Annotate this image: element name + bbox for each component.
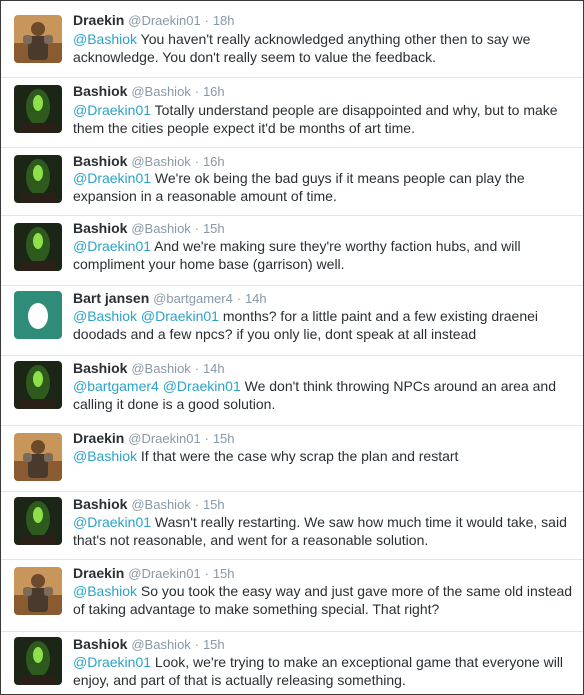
bashiok-avatar[interactable] [14,361,62,409]
mention-link[interactable]: @Draekin01 [73,654,151,670]
mention-link[interactable]: @Draekin01 [163,378,241,394]
display-name[interactable]: Draekin [73,565,124,581]
display-name[interactable]: Bashiok [73,83,127,99]
timestamp[interactable]: 15h [203,637,225,652]
display-name[interactable]: Draekin [73,430,124,446]
timestamp[interactable]: 16h [203,154,225,169]
timestamp[interactable]: 15h [203,497,225,512]
tweet-message: If that were the case why scrap the plan… [140,448,459,464]
user-handle[interactable]: @Bashiok [131,361,190,376]
separator: · [194,221,200,236]
tweet-text: @Bashiok So you took the easy way and ju… [73,582,573,618]
user-handle[interactable]: @Draekin01 [128,13,200,28]
tweet-text: @Draekin01 And we're making sure they're… [73,237,573,273]
timestamp[interactable]: 15h [213,566,235,581]
mention-link[interactable]: @bartgamer4 [73,378,159,394]
separator: · [194,637,200,652]
tweet-text: @Draekin01 Look, we're trying to make an… [73,653,573,689]
tweet: Draekin @Draekin01 · 18h @Bashiok You ha… [1,1,583,78]
tweet: Bashiok @Bashiok · 15h @Draekin01 Wasn't… [1,491,583,560]
tweet-text: @Bashiok @Draekin01 months? for a little… [73,307,573,343]
bashiok-avatar[interactable] [14,223,62,271]
mention-link[interactable]: @Draekin01 [141,308,219,324]
display-name[interactable]: Bashiok [73,496,127,512]
user-handle[interactable]: @bartgamer4 [153,291,233,306]
mention-link[interactable]: @Bashiok [73,583,137,599]
display-name[interactable]: Bashiok [73,153,127,169]
separator: · [236,291,242,306]
display-name[interactable]: Draekin [73,12,124,28]
user-handle[interactable]: @Draekin01 [128,431,200,446]
tweet-text: @Draekin01 Wasn't really restarting. We … [73,513,573,549]
tweet-message: You haven't really acknowledged anything… [73,31,531,65]
tweet-text: @Draekin01 We're ok being the bad guys i… [73,169,573,205]
tweet: Bashiok @Bashiok · 16h @Draekin01 Totall… [1,77,583,148]
mention-link[interactable]: @Draekin01 [73,238,151,254]
timestamp[interactable]: 15h [203,221,225,236]
mention-link[interactable]: @Draekin01 [73,102,151,118]
tweet: Bashiok @Bashiok · 16h @Draekin01 We're … [1,147,583,216]
separator: · [194,361,200,376]
tweet: Bart jansen @bartgamer4 · 14h @Bashiok @… [1,285,583,356]
tweet-text: @Bashiok If that were the case why scrap… [73,447,573,465]
mention-link[interactable]: @Draekin01 [73,170,151,186]
separator: · [194,154,200,169]
timestamp[interactable]: 16h [203,84,225,99]
draekin-avatar[interactable] [14,433,62,481]
user-handle[interactable]: @Draekin01 [128,566,200,581]
separator: · [204,566,209,581]
egg-avatar[interactable] [14,291,62,339]
timestamp[interactable]: 15h [213,431,235,446]
tweet-message: So you took the easy way and just gave m… [73,583,573,617]
user-handle[interactable]: @Bashiok [131,497,190,512]
tweet: Draekin @Draekin01 · 15h @Bashiok So you… [1,559,583,632]
user-handle[interactable]: @Bashiok [131,637,190,652]
display-name[interactable]: Bashiok [73,360,127,376]
mention-link[interactable]: @Bashiok [73,31,137,47]
mention-link[interactable]: @Bashiok [73,448,137,464]
bashiok-avatar[interactable] [14,497,62,545]
mention-link[interactable]: @Draekin01 [73,514,151,530]
separator: · [194,497,200,512]
user-handle[interactable]: @Bashiok [131,154,190,169]
tweet-timeline: Draekin @Draekin01 · 18h @Bashiok You ha… [0,0,584,695]
user-handle[interactable]: @Bashiok [131,221,190,236]
tweet-text: @Bashiok You haven't really acknowledged… [73,30,573,66]
tweet: Bashiok @Bashiok · 15h @Draekin01 And we… [1,215,583,286]
mention-link[interactable]: @Bashiok [73,308,137,324]
display-name[interactable]: Bashiok [73,636,127,652]
draekin-avatar[interactable] [14,15,62,63]
tweet: Draekin @Draekin01 · 15h @Bashiok If tha… [1,425,583,492]
tweet: Bashiok @Bashiok · 15h @Draekin01 Look, … [1,631,583,694]
display-name[interactable]: Bashiok [73,220,127,236]
user-handle[interactable]: @Bashiok [131,84,190,99]
bashiok-avatar[interactable] [14,85,62,133]
tweet: Bashiok @Bashiok · 14h @bartgamer4 @Drae… [1,355,583,426]
tweet-text: @Draekin01 Totally understand people are… [73,101,573,137]
timestamp[interactable]: 18h [213,13,235,28]
timestamp[interactable]: 14h [245,291,267,306]
separator: · [194,84,200,99]
bashiok-avatar[interactable] [14,637,62,685]
bashiok-avatar[interactable] [14,155,62,203]
separator: · [204,13,209,28]
draekin-avatar[interactable] [14,567,62,615]
separator: · [204,431,209,446]
display-name[interactable]: Bart jansen [73,290,149,306]
tweet-text: @bartgamer4 @Draekin01 We don't think th… [73,377,573,413]
timestamp[interactable]: 14h [203,361,225,376]
